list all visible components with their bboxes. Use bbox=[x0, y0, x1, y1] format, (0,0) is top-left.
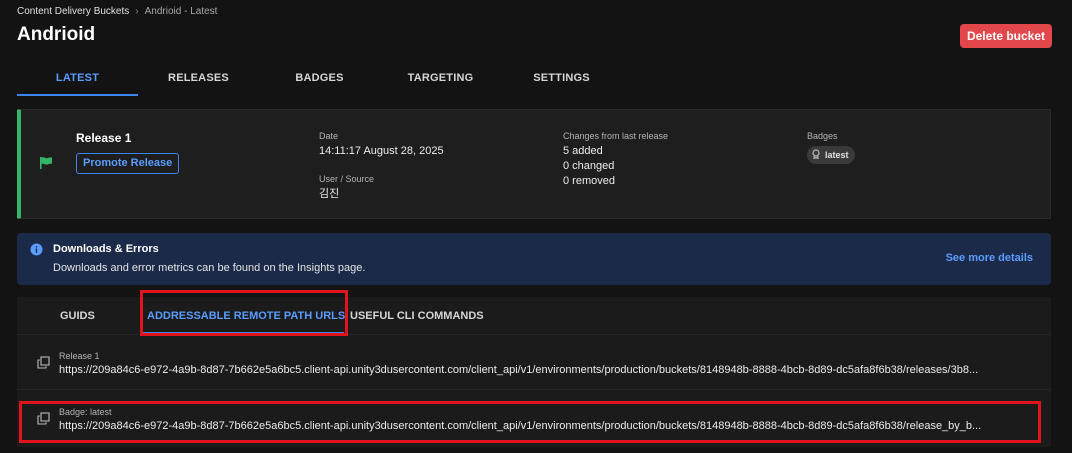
info-title: Downloads & Errors bbox=[53, 243, 159, 255]
info-banner: Downloads & Errors Downloads and error m… bbox=[17, 233, 1051, 285]
changes-added: 5 added bbox=[563, 145, 603, 157]
badge-chip[interactable]: latest bbox=[807, 146, 855, 164]
page: Content Delivery Buckets › Andrioid - La… bbox=[0, 0, 1072, 453]
breadcrumb: Content Delivery Buckets › Andrioid - La… bbox=[17, 6, 217, 17]
user-source-value: 김진 bbox=[319, 188, 340, 200]
main-tabs: LATEST RELEASES BADGES TARGETING SETTING… bbox=[17, 62, 622, 96]
tab-releases[interactable]: RELEASES bbox=[138, 62, 259, 96]
copy-icon[interactable] bbox=[37, 412, 50, 430]
subtab-addressable-remote-path-urls[interactable]: ADDRESSABLE REMOTE PATH URLS bbox=[147, 310, 345, 322]
tab-targeting[interactable]: TARGETING bbox=[380, 62, 501, 96]
url-panel: GUIDS ADDRESSABLE REMOTE PATH URLS USEFU… bbox=[17, 297, 1051, 447]
page-title: Andrioid bbox=[17, 24, 96, 45]
changes-changed: 0 changed bbox=[563, 160, 615, 172]
breadcrumb-separator: › bbox=[135, 6, 139, 17]
url-label: Badge: latest bbox=[59, 407, 112, 417]
flag-icon bbox=[39, 156, 53, 175]
user-source-label: User / Source bbox=[319, 174, 375, 184]
subtab-guids[interactable]: GUIDS bbox=[60, 310, 95, 322]
info-description: Downloads and error metrics can be found… bbox=[53, 262, 366, 274]
url-value[interactable]: https://209a84c6-e972-4a9b-8d87-7b662e5a… bbox=[59, 364, 1043, 376]
breadcrumb-parent-link[interactable]: Content Delivery Buckets bbox=[17, 6, 129, 17]
info-icon bbox=[30, 243, 43, 261]
sub-tabs: GUIDS ADDRESSABLE REMOTE PATH URLS USEFU… bbox=[17, 297, 1051, 335]
promote-release-button[interactable]: Promote Release bbox=[76, 153, 180, 174]
see-more-details-link[interactable]: See more details bbox=[946, 252, 1033, 264]
active-tab-indicator bbox=[142, 332, 344, 334]
changes-label: Changes from last release bbox=[563, 131, 669, 141]
tab-badges[interactable]: BADGES bbox=[259, 62, 380, 96]
url-row: Badge: latest https://209a84c6-e972-4a9b… bbox=[17, 398, 1051, 446]
copy-icon[interactable] bbox=[37, 356, 50, 374]
badge-icon bbox=[811, 149, 821, 161]
release-card: Release 1 Promote Release Date 14:11:17 … bbox=[17, 109, 1051, 219]
date-value: 14:11:17 August 28, 2025 bbox=[319, 145, 444, 157]
delete-bucket-button[interactable]: Delete bucket bbox=[959, 24, 1052, 48]
date-label: Date bbox=[319, 131, 339, 141]
tab-latest[interactable]: LATEST bbox=[17, 62, 138, 96]
tab-settings[interactable]: SETTINGS bbox=[501, 62, 622, 96]
url-label: Release 1 bbox=[59, 351, 100, 361]
badge-label: latest bbox=[825, 150, 849, 160]
changes-removed: 0 removed bbox=[563, 175, 615, 187]
url-row: Release 1 https://209a84c6-e972-4a9b-8d8… bbox=[17, 342, 1051, 390]
url-value[interactable]: https://209a84c6-e972-4a9b-8d87-7b662e5a… bbox=[59, 420, 1043, 432]
subtab-useful-cli-commands[interactable]: USEFUL CLI COMMANDS bbox=[350, 310, 484, 322]
badges-label: Badges bbox=[807, 131, 838, 141]
release-name: Release 1 bbox=[76, 131, 132, 145]
breadcrumb-current: Andrioid - Latest bbox=[144, 6, 218, 17]
